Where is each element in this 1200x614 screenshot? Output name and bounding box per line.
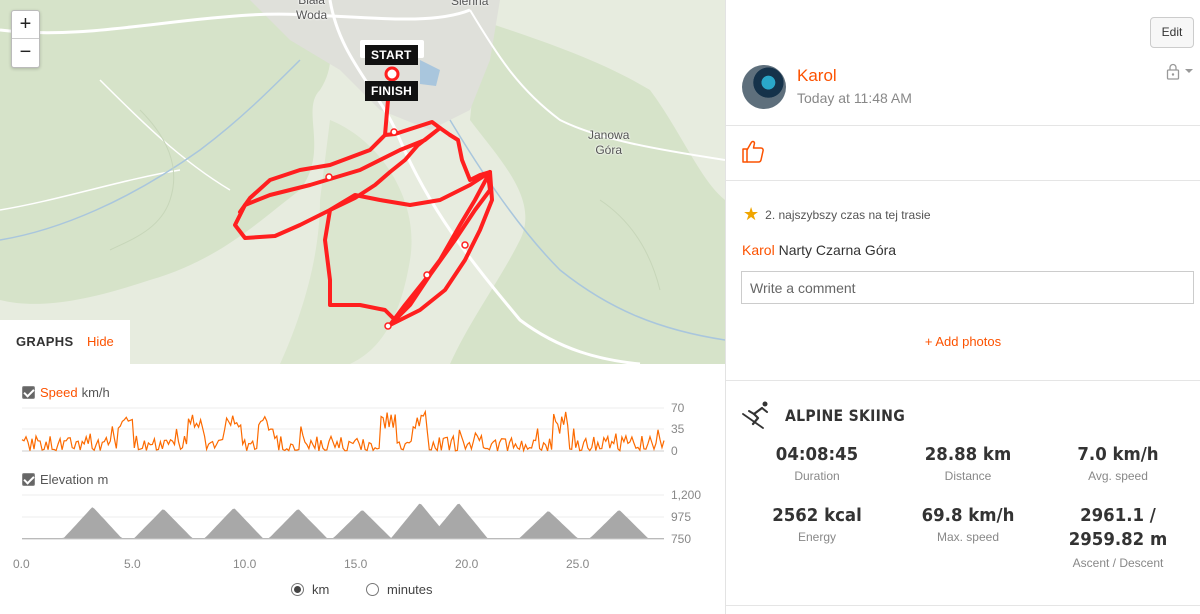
stat-label: Distance xyxy=(944,469,992,483)
stat-avg-speed: 7.0 km/h Avg. speed xyxy=(1043,443,1193,483)
divider xyxy=(726,125,1200,126)
stat-max-speed: 69.8 km/h Max. speed xyxy=(893,504,1043,544)
thumbs-up-icon xyxy=(742,140,764,163)
athlete-name[interactable]: Karol xyxy=(797,66,837,86)
stat-label: Avg. speed xyxy=(1088,469,1148,483)
start-finish-marker xyxy=(384,66,400,82)
stat-value: 28.88 km xyxy=(924,444,1012,465)
unit-minutes-option[interactable]: minutes xyxy=(366,582,433,597)
activity-timestamp: Today at 11:48 AM xyxy=(797,90,912,106)
graphs-tab: GRAPHS Hide xyxy=(0,320,130,364)
divider xyxy=(726,380,1200,381)
speed-graph xyxy=(21,409,665,453)
stat-value: 04:08:45 xyxy=(775,444,859,465)
sport-header: ALPINE SKIING xyxy=(741,400,921,430)
elevation-graph xyxy=(22,503,664,539)
stat-label: Duration xyxy=(794,469,840,483)
sport-label: ALPINE SKIING xyxy=(785,405,906,425)
x-tick: 20.0 xyxy=(455,557,479,571)
activity-sidebar: Edit Karol Today at 11:48 AM ★ 2. najszy… xyxy=(725,0,1200,614)
x-tick: 10.0 xyxy=(233,557,257,571)
privacy-dropdown[interactable] xyxy=(1165,62,1194,80)
stat-label: Max. speed xyxy=(936,530,1000,544)
achievement-text: 2. najszybszy czas na tej trasie xyxy=(765,207,931,222)
zoom-out-button[interactable]: − xyxy=(12,39,39,67)
lock-icon xyxy=(1166,63,1180,80)
x-tick: 5.0 xyxy=(124,557,141,571)
zoom-control: + − xyxy=(11,10,40,68)
stat-value: 2961.1 / xyxy=(1080,505,1156,526)
stat-label: Ascent / Descent xyxy=(1072,556,1164,570)
activity-map[interactable]: Biała Woda Sienna Janowa Góra START FINI… xyxy=(0,0,725,364)
avatar[interactable] xyxy=(742,65,786,109)
chevron-down-icon xyxy=(1185,69,1193,73)
x-tick: 25.0 xyxy=(566,557,590,571)
km-radio[interactable] xyxy=(291,583,304,596)
graphs-title: GRAPHS xyxy=(16,334,74,349)
finish-flag: FINISH xyxy=(365,81,419,101)
divider xyxy=(726,180,1200,181)
kudos-button[interactable] xyxy=(740,138,766,169)
stat-value: 69.8 km/h xyxy=(921,505,1015,526)
stat-duration: 04:08:45 Duration xyxy=(742,443,892,483)
km-label: km xyxy=(312,582,330,597)
elevation-tick: 750 xyxy=(671,532,692,546)
elevation-label: Elevation xyxy=(40,472,94,487)
minutes-radio[interactable] xyxy=(366,583,379,596)
comment-input[interactable] xyxy=(741,271,1194,304)
stat-energy: 2562 kcal Energy xyxy=(742,504,892,544)
graphs-panel: Speed km/h 70 35 0 Elevation m 1,200 975… xyxy=(0,364,725,614)
map-background xyxy=(0,0,725,364)
place-label-biala-woda: Biała Woda xyxy=(296,0,328,22)
elevation-checkbox[interactable] xyxy=(22,473,35,486)
x-tick: 15.0 xyxy=(344,557,368,571)
achievement: ★ 2. najszybszy czas na tej trasie xyxy=(743,204,931,225)
elevation-tick: 975 xyxy=(671,510,692,524)
stat-value: 2959.82 m xyxy=(1068,529,1168,550)
stat-value: 7.0 km/h xyxy=(1077,444,1159,465)
place-label-janowa-gora: Janowa Góra xyxy=(588,128,630,157)
elevation-unit: m xyxy=(97,472,109,487)
x-tick: 0.0 xyxy=(13,557,30,571)
zoom-in-button[interactable]: + xyxy=(12,11,39,39)
elevation-toggle[interactable]: Elevation m xyxy=(22,472,108,487)
description-athlete-link[interactable]: Karol xyxy=(742,242,775,258)
graphs-canvas[interactable] xyxy=(0,364,725,614)
start-flag: START xyxy=(365,45,418,65)
hide-graphs-link[interactable]: Hide xyxy=(87,334,114,349)
add-photos-link[interactable]: + Add photos xyxy=(726,334,1200,349)
alpine-skiing-icon xyxy=(742,401,768,429)
elevation-tick: 1,200 xyxy=(671,488,702,502)
stat-distance: 28.88 km Distance xyxy=(893,443,1043,483)
star-icon: ★ xyxy=(743,204,760,224)
stat-ascent-descent: 2961.1 / 2959.82 m Ascent / Descent xyxy=(1043,504,1193,570)
activity-description: Karol Narty Czarna Góra xyxy=(742,242,896,258)
activity-title: Narty Czarna Góra xyxy=(778,242,897,258)
divider xyxy=(726,605,1200,606)
place-label-sienna: Sienna xyxy=(451,0,489,8)
stat-value: 2562 kcal xyxy=(772,505,862,526)
stat-label: Energy xyxy=(797,530,837,544)
minutes-label: minutes xyxy=(387,582,433,597)
unit-km-option[interactable]: km xyxy=(291,582,329,597)
edit-button[interactable]: Edit xyxy=(1150,17,1194,48)
